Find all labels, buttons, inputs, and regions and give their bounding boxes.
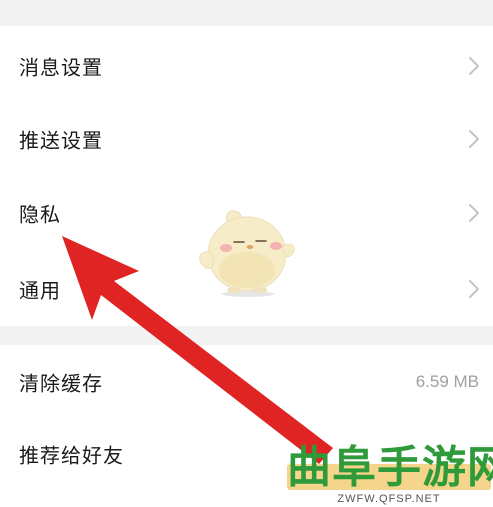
top-spacer <box>0 0 493 26</box>
mascot-icon <box>199 210 295 297</box>
general-label: 通用 <box>19 278 61 303</box>
push-settings-label: 推送设置 <box>19 128 103 153</box>
message-settings-label: 消息设置 <box>19 55 103 80</box>
watermark-url: ZWFW.QFSP.NET <box>337 493 441 505</box>
message-settings-row[interactable]: 消息设置 <box>0 29 493 103</box>
clear-cache-label: 清除缓存 <box>19 371 103 396</box>
watermark: 曲阜手游网 ZWFW.QFSP.NET <box>287 442 493 507</box>
chevron-right-icon <box>469 57 479 75</box>
cache-size-value: 6.59 MB <box>415 372 479 391</box>
chevron-right-icon <box>469 130 479 148</box>
watermark-title: 曲阜手游网 <box>287 442 493 493</box>
privacy-label: 隐私 <box>19 202 61 227</box>
clear-cache-row[interactable]: 清除缓存 6.59 MB <box>0 345 493 419</box>
recommend-to-friends-label: 推荐给好友 <box>19 443 124 468</box>
chevron-right-icon <box>469 204 479 222</box>
chevron-right-icon <box>469 280 479 298</box>
push-settings-row[interactable]: 推送设置 <box>0 102 493 176</box>
